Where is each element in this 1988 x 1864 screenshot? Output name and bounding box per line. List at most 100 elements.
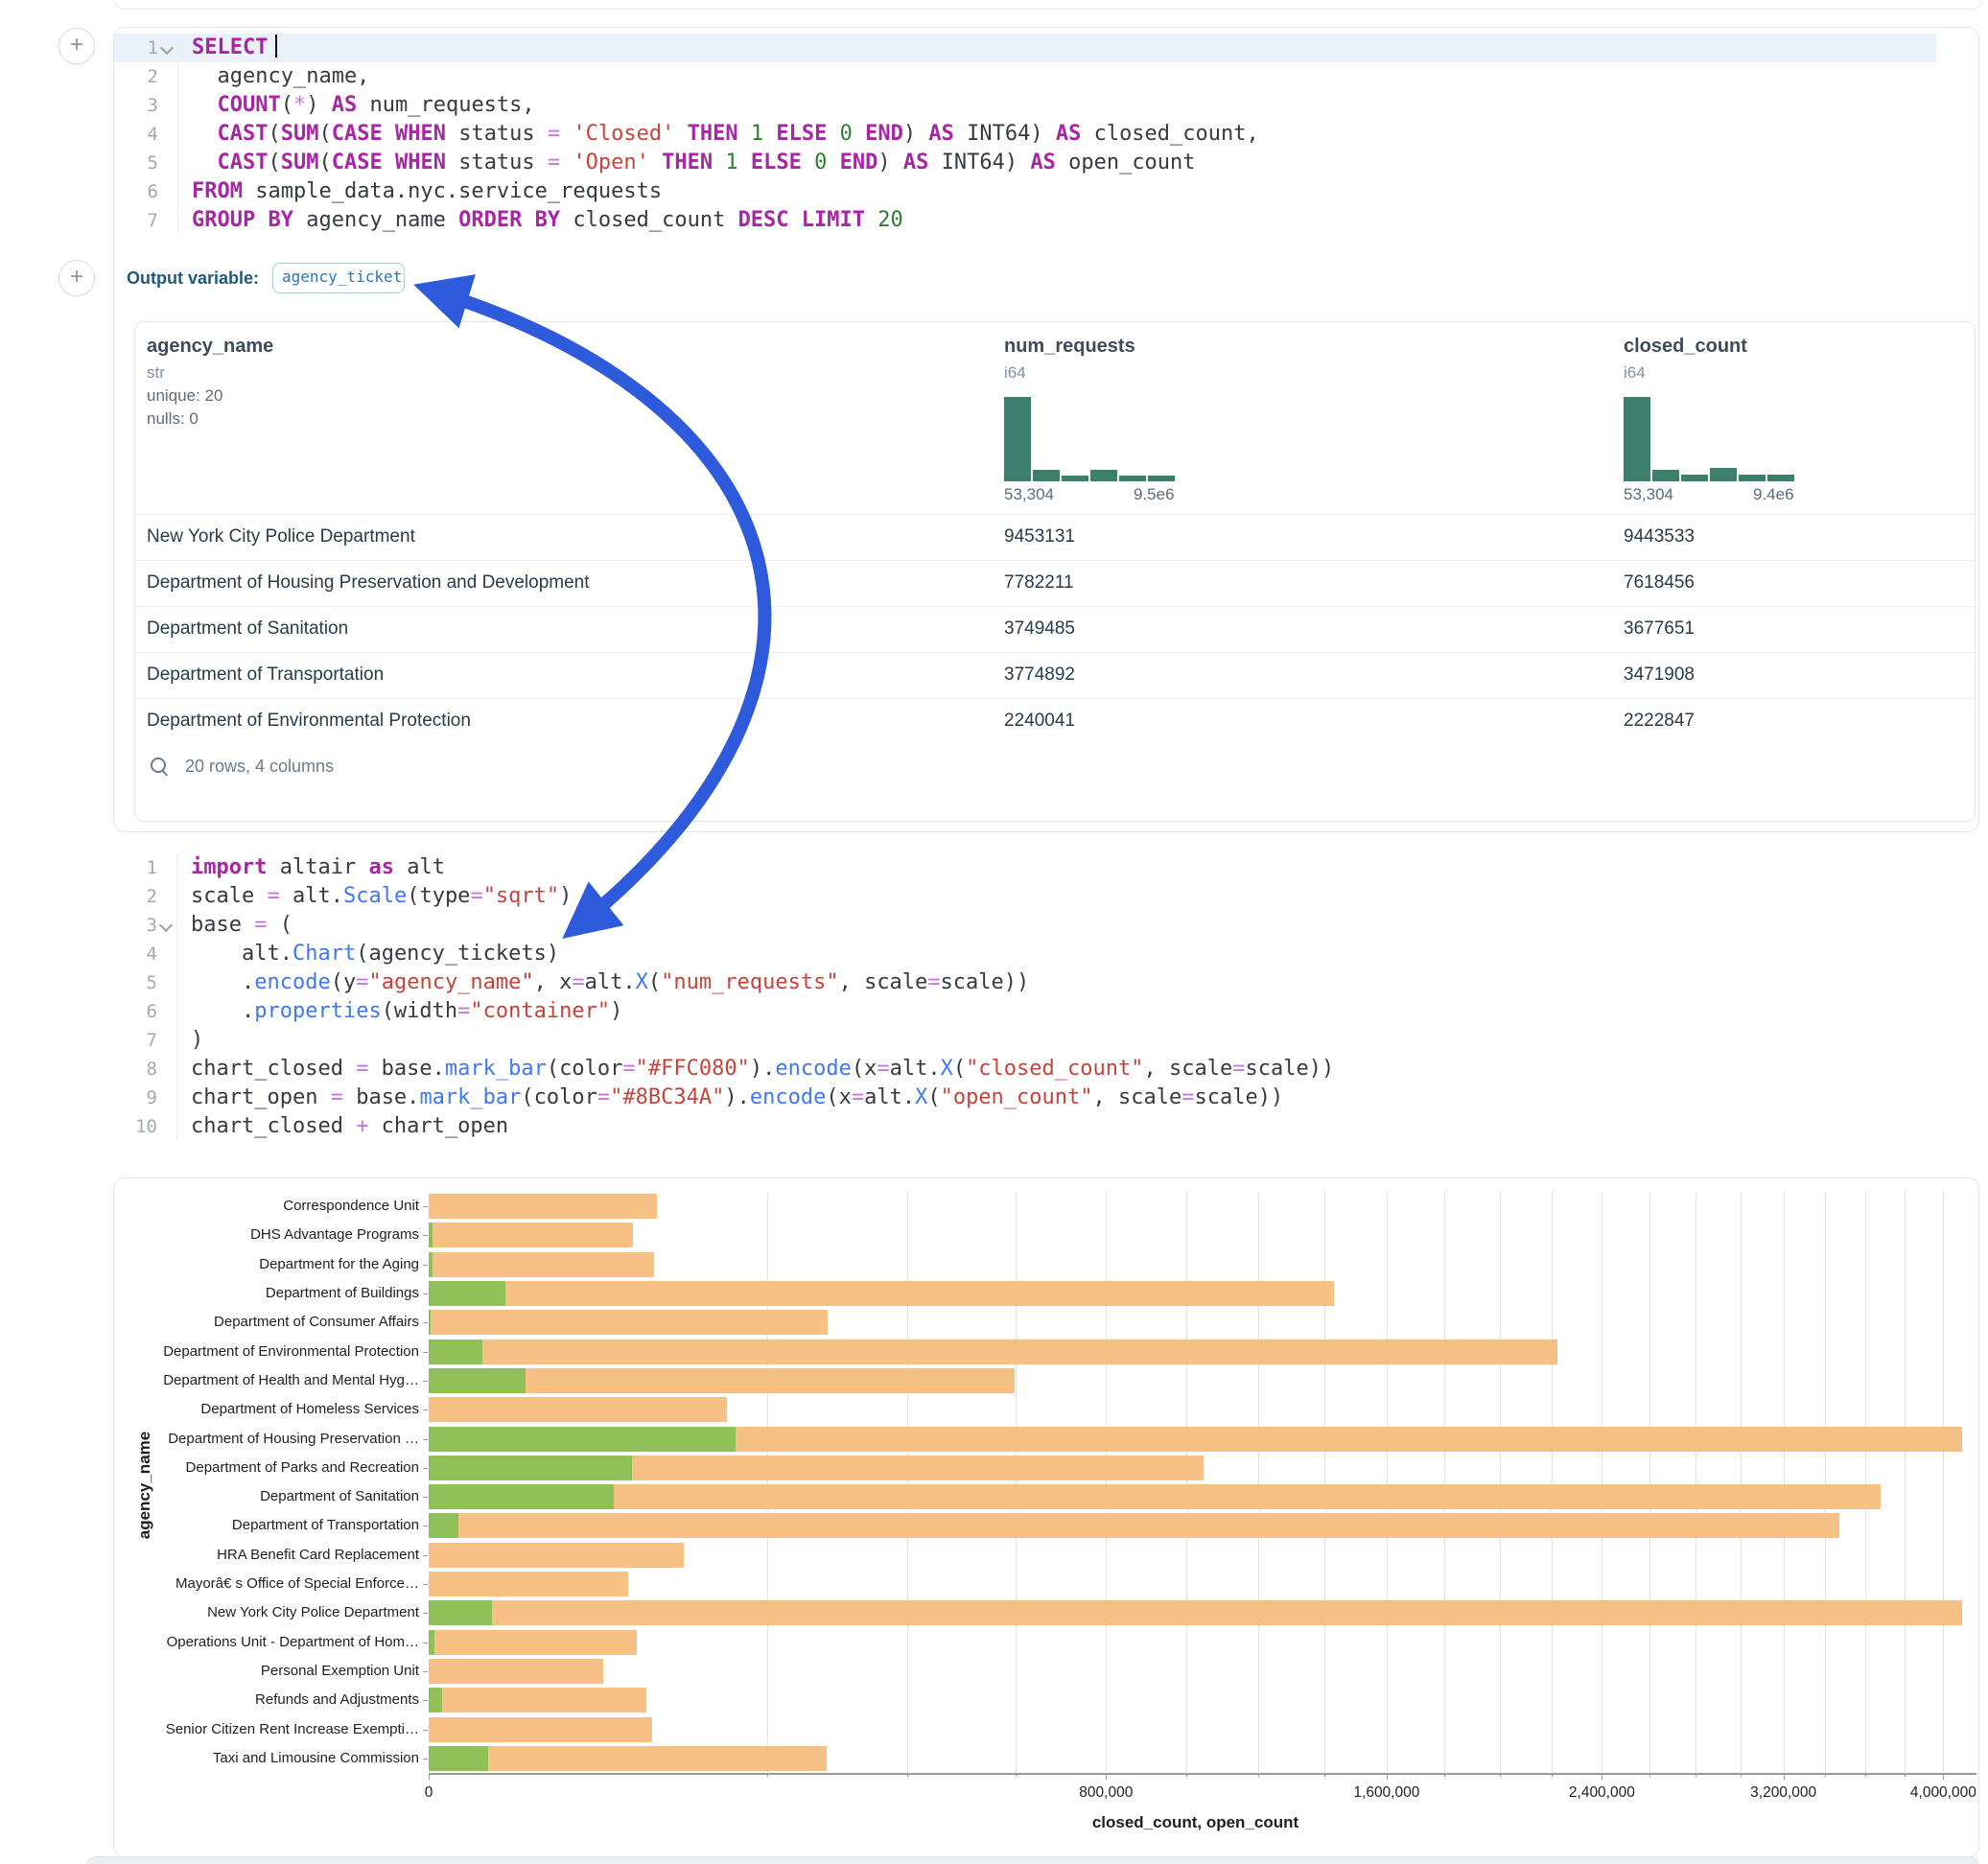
table-cell: 3677651 [1624, 618, 1695, 640]
python-line: 6 .properties(width="container") [113, 997, 1935, 1026]
closed-count-bar [429, 1717, 652, 1742]
y-category-label: Department of Parks and Recreation [114, 1459, 419, 1476]
closed-count-bar [429, 1397, 727, 1422]
code-text: agency_name, [177, 62, 369, 91]
y-tick [423, 1206, 428, 1207]
y-category-label: New York City Police Department [114, 1604, 419, 1620]
search-icon[interactable] [149, 756, 170, 777]
closed-count-bar [429, 1659, 603, 1684]
line-number: 3 [114, 91, 158, 120]
x-tick-label: 2,400,000 [1569, 1784, 1635, 1802]
gridline [1324, 1192, 1325, 1773]
gridline [1186, 1192, 1187, 1773]
table-cell: 2240041 [1004, 711, 1075, 732]
x-major-tick [1943, 1773, 1944, 1780]
closed-count-bar [429, 1194, 657, 1219]
table-cell: Department of Sanitation [147, 618, 348, 640]
notebook-page: + + 1SELECT2 agency_name,3 COUNT(*) AS n… [0, 0, 1988, 1864]
output-variable-pill[interactable]: agency_tickets [272, 263, 405, 293]
open-count-bar [429, 1630, 434, 1655]
column-meta: unique: 20 [147, 386, 273, 406]
open-count-bar [429, 1427, 736, 1452]
table-cell: Department of Transportation [147, 664, 384, 686]
python-line: 10chart_closed + chart_open [113, 1112, 1935, 1141]
y-tick [423, 1381, 428, 1382]
y-category-label: Department of Buildings [114, 1285, 419, 1301]
chevron-slot [158, 177, 177, 206]
code-text: SELECT [177, 34, 277, 62]
column-header[interactable]: num_requestsi64 [1004, 336, 1135, 383]
chevron-slot [157, 1083, 176, 1112]
code-text: scale = alt.Scale(type="sqrt") [176, 882, 572, 911]
gridline [1258, 1192, 1259, 1773]
histogram-bar [1710, 468, 1737, 481]
line-number: 1 [114, 34, 158, 62]
closed-count-bar [429, 1484, 1881, 1509]
column-header[interactable]: closed_counti64 [1624, 336, 1747, 383]
histogram-bar [1148, 476, 1175, 481]
y-category-label: Department for the Aging [114, 1256, 419, 1272]
table-row: Department of Transportation377489234719… [135, 652, 1975, 699]
sql-editor[interactable]: 1SELECT2 agency_name,3 COUNT(*) AS num_r… [114, 34, 1936, 235]
column-header[interactable]: agency_namestrunique: 20nulls: 0 [147, 336, 273, 429]
y-category-label: Department of Environmental Protection [114, 1343, 419, 1360]
add-cell-button-output[interactable]: + [58, 260, 95, 296]
python-line: 2scale = alt.Scale(type="sqrt") [113, 882, 1935, 911]
line-number: 8 [113, 1055, 157, 1083]
code-text: base = ( [176, 911, 292, 940]
column-type: i64 [1624, 363, 1747, 383]
y-category-label: Department of Homeless Services [114, 1401, 419, 1417]
python-line: 9chart_open = base.mark_bar(color="#8BC3… [113, 1083, 1935, 1112]
closed-count-bar [429, 1630, 637, 1655]
sql-line: 1 SELECT [114, 34, 1936, 62]
line-number: 5 [113, 968, 157, 997]
y-category-label: Mayorâ€ s Office of Special Enforce… [114, 1575, 419, 1592]
y-category-label: DHS Advantage Programs [114, 1226, 419, 1243]
closed-count-bar [429, 1252, 654, 1277]
open-count-bar [429, 1456, 632, 1480]
chevron-slot [157, 1055, 176, 1083]
open-count-bar [429, 1368, 526, 1393]
y-tick [423, 1613, 428, 1614]
line-number: 7 [114, 206, 158, 235]
y-category-label: Taxi and Limousine Commission [114, 1750, 419, 1766]
histogram-bar [1004, 397, 1031, 481]
collapse-chevron-icon[interactable] [157, 911, 176, 940]
add-cell-button-top[interactable]: + [58, 28, 95, 64]
closed-count-bar [429, 1513, 1839, 1538]
histogram-bar [1681, 475, 1708, 481]
histogram-bar [1652, 470, 1679, 481]
sql-line: 4 CAST(SUM(CASE WHEN status = 'Closed' T… [114, 120, 1936, 149]
chevron-slot [157, 853, 176, 882]
line-number: 6 [113, 997, 157, 1026]
open-count-bar [429, 1340, 482, 1364]
table-cell: 9443533 [1624, 526, 1695, 548]
open-count-bar [429, 1223, 433, 1247]
closed-count-bar [429, 1223, 633, 1247]
histogram-max-label: 9.4e6 [1753, 485, 1794, 504]
previous-cell-edge [113, 0, 1983, 10]
collapse-chevron-icon[interactable] [158, 34, 177, 62]
line-number: 5 [114, 149, 158, 177]
sql-line: 6FROM sample_data.nyc.service_requests [114, 177, 1936, 206]
closed-count-bar [429, 1310, 828, 1335]
table-row: New York City Police Department945313194… [135, 514, 1975, 561]
open-count-bar [429, 1252, 433, 1277]
y-tick [423, 1352, 428, 1353]
y-category-label: Department of Housing Preservation … [114, 1431, 419, 1447]
table-row: Department of Housing Preservation and D… [135, 560, 1975, 607]
python-editor[interactable]: 1import altair as alt2scale = alt.Scale(… [113, 853, 1935, 1141]
closed-count-bar [429, 1340, 1557, 1364]
chevron-slot [157, 968, 176, 997]
gridline [1905, 1192, 1906, 1773]
python-line: 7) [113, 1026, 1935, 1055]
table-cell: 3749485 [1004, 618, 1075, 640]
code-text: CAST(SUM(CASE WHEN status = 'Closed' THE… [177, 120, 1259, 149]
gridline [907, 1192, 908, 1773]
x-major-tick [1784, 1773, 1785, 1780]
histogram-min-label: 53,304 [1004, 485, 1054, 504]
open-count-bar [429, 1484, 614, 1509]
open-count-bar [429, 1310, 431, 1335]
y-tick [423, 1293, 428, 1294]
y-tick [423, 1700, 428, 1701]
